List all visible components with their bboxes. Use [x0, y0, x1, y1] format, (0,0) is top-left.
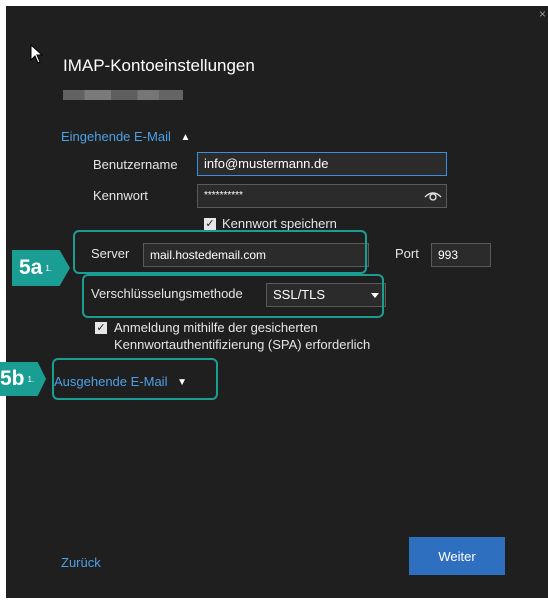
spa-checkbox[interactable]: ✓	[95, 322, 107, 334]
password-label: Kennwort	[93, 188, 148, 203]
chevron-up-icon: ▲	[180, 132, 191, 143]
port-input[interactable]: 993	[431, 243, 491, 267]
badge-5a-suffix: 1.	[45, 263, 53, 273]
remember-password-checkbox[interactable]: ✓	[204, 218, 216, 230]
annotation-badge-5b: 5b 1.	[0, 362, 46, 396]
incoming-mail-toggle[interactable]: Eingehende E-Mail ▲	[61, 129, 190, 144]
back-link[interactable]: Zurück	[61, 555, 101, 570]
spa-label-line1: Anmeldung mithilfe der gesicherten	[114, 320, 318, 335]
password-value: **********	[204, 190, 243, 201]
server-highlight-frame	[73, 230, 367, 274]
arrow-cursor-icon	[30, 44, 44, 64]
badge-5a-text: 5a	[19, 256, 43, 279]
dialog-title: IMAP-Kontoeinstellungen	[63, 56, 255, 75]
outgoing-highlight-frame	[52, 358, 218, 400]
remember-password-label: Kennwort speichern	[222, 216, 337, 231]
blurred-account-address	[63, 90, 183, 100]
port-label: Port	[395, 246, 419, 261]
spa-label-line2: Kennwortauthentifizierung (SPA) erforder…	[114, 337, 371, 352]
badge-5b-text: 5b	[0, 367, 25, 390]
encryption-highlight-frame	[82, 274, 384, 318]
next-button[interactable]: Weiter	[409, 537, 505, 575]
badge-5b-suffix: 1.	[27, 374, 35, 384]
username-input[interactable]: info@mustermann.de	[197, 152, 447, 176]
close-icon[interactable]: ×	[539, 8, 548, 20]
password-input[interactable]: **********	[197, 184, 447, 208]
username-label: Benutzername	[93, 157, 178, 172]
incoming-mail-label: Eingehende E-Mail	[61, 129, 171, 144]
eye-icon[interactable]	[424, 188, 442, 202]
annotation-badge-5a: 5a 1.	[12, 250, 70, 286]
